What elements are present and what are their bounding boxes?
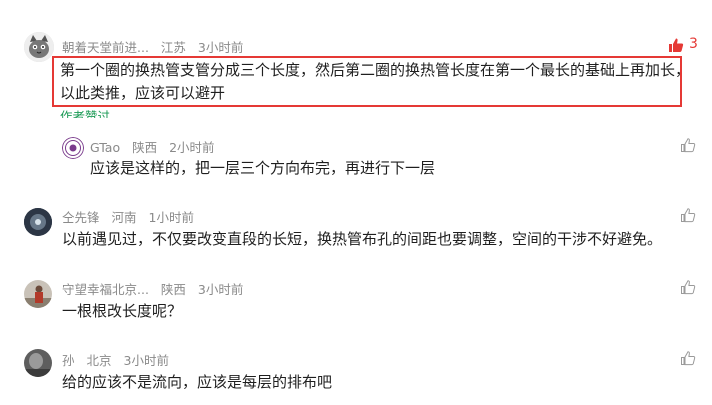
like-button[interactable] — [680, 207, 696, 223]
location: 河南 — [111, 210, 137, 225]
avatar[interactable] — [24, 32, 54, 62]
like-button[interactable] — [680, 350, 696, 366]
like-count: 3 — [689, 36, 698, 52]
like-button[interactable] — [668, 37, 684, 53]
username[interactable]: GTao — [90, 140, 120, 155]
avatar[interactable] — [24, 208, 52, 236]
like-button[interactable] — [680, 279, 696, 295]
like-button[interactable] — [680, 137, 696, 153]
comment-meta: 孙 北京 3小时前 — [62, 350, 169, 369]
location: 北京 — [86, 353, 112, 368]
thumb-up-icon — [681, 351, 696, 366]
night-sky-avatar-icon — [24, 208, 52, 236]
comment-text: 应该是这样的，把一层三个方向布完，再进行下一层 — [90, 159, 436, 177]
thumb-up-icon — [681, 208, 696, 223]
person-photo-avatar-icon — [24, 280, 52, 308]
timestamp: 2小时前 — [169, 140, 215, 155]
comment-meta: GTao 陕西 2小时前 — [90, 137, 215, 156]
comment-text: 第一个圈的换热管支管分成三个长度，然后第二圈的换热管长度在第一个最长的基础上再加… — [60, 61, 691, 79]
comment-text: 给的应该不是流向，应该是每层的排布吧 — [62, 373, 333, 391]
username[interactable]: 朝着天堂前进... — [62, 40, 149, 55]
comment-meta: 朝着天堂前进... 江苏 3小时前 — [62, 37, 243, 56]
avatar[interactable] — [24, 349, 52, 377]
comment-text: 一根根改长度呢？ — [62, 302, 183, 320]
username[interactable]: 守望幸福北京... — [62, 282, 149, 297]
comment-meta: 守望幸福北京... 陕西 3小时前 — [62, 279, 243, 298]
thumb-up-icon — [681, 138, 696, 153]
thumb-up-filled-icon — [669, 38, 684, 52]
author-liked-badge: 作者赞过 — [60, 109, 111, 118]
location: 江苏 — [160, 40, 186, 55]
username[interactable]: 孙 — [62, 353, 75, 368]
thumb-up-icon — [681, 280, 696, 295]
timestamp: 3小时前 — [123, 353, 169, 368]
comment-meta: 仝先锋 河南 1小时前 — [62, 207, 194, 226]
location: 陕西 — [132, 140, 158, 155]
timestamp: 3小时前 — [197, 40, 244, 55]
avatar[interactable] — [62, 137, 84, 159]
timestamp: 1小时前 — [148, 210, 194, 225]
comment-text: 以前遇见过，不仅要改变直段的长短，换热管布孔的间距也要调整，空间的干涉不好避免。 — [62, 230, 663, 248]
comment-text: 以此类推，应该可以避开 — [60, 84, 226, 102]
emblem-avatar-icon — [62, 137, 84, 159]
username[interactable]: 仝先锋 — [62, 210, 100, 225]
timestamp: 3小时前 — [197, 282, 244, 297]
location: 陕西 — [160, 282, 186, 297]
avatar[interactable] — [24, 280, 52, 308]
cat-avatar-icon — [24, 32, 54, 62]
gray-photo-avatar-icon — [24, 349, 52, 377]
